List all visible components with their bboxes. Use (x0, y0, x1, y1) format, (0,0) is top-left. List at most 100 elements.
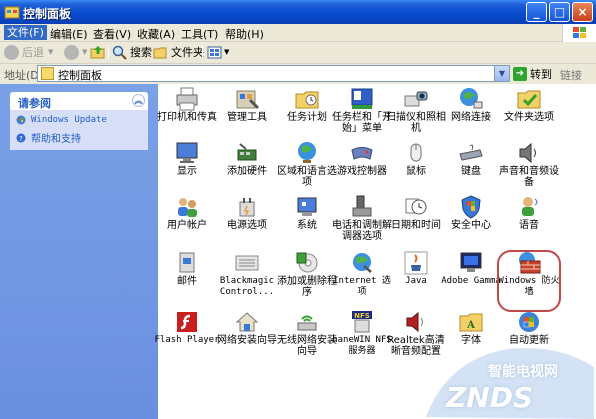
toolbar: 后退 ▼ ▼ 搜索 文件夹 ▼ (0, 42, 596, 62)
back-button[interactable]: 后退 ▼ (4, 44, 53, 60)
admin-tools-icon (236, 90, 260, 110)
sidebar: 请参阅 ︽ Windows Update ? 帮助和支持 (0, 84, 158, 419)
keyboard-icon (459, 144, 483, 161)
search-button[interactable]: 搜索 (112, 44, 152, 60)
mail-icon (179, 252, 195, 273)
forward-arrow-icon (64, 44, 79, 60)
go-label: 转到 (530, 68, 552, 81)
item-mail[interactable]: 邮件 (158, 250, 216, 294)
menu-favorites[interactable]: 收藏(A) (137, 26, 175, 42)
item-user-accounts[interactable]: 用户帐户 (158, 194, 216, 234)
adobe-gamma-icon (460, 252, 482, 272)
item-scheduled-tasks[interactable]: 任务计划 (278, 86, 336, 126)
title-bar: 控制面板 _ □ × (0, 0, 596, 24)
znds-watermark: 智能电视网 ZNDS (418, 339, 596, 419)
forward-button[interactable]: ▼ (64, 44, 87, 60)
toolbar-separator (108, 45, 109, 59)
item-label: 语音 (519, 220, 539, 231)
system-icon (297, 197, 317, 216)
sidebar-link-windows-update[interactable]: Windows Update (16, 115, 107, 125)
item-label: 显示 (177, 166, 197, 177)
item-wireless[interactable]: 无线网络安装向导 (277, 309, 337, 357)
item-scanners[interactable]: 扫描仪和照相机 (386, 86, 446, 134)
go-button[interactable]: ➜ 转到 (513, 66, 552, 82)
close-button[interactable]: × (572, 2, 593, 22)
item-adobe-gamma[interactable]: Adobe Gamma (441, 250, 501, 294)
item-add-remove[interactable]: 添加或删除程序 (277, 250, 337, 298)
item-folder-options[interactable]: 文件夹选项 (500, 86, 558, 126)
item-java[interactable]: Java (387, 250, 445, 294)
item-printers[interactable]: 打印机和传真 (157, 86, 217, 126)
item-network[interactable]: 网络连接 (442, 86, 500, 126)
folders-button[interactable]: 文件夹 (153, 44, 204, 60)
scheduled-tasks-icon (295, 91, 319, 109)
item-sound[interactable]: 声音和音频设备 (499, 140, 559, 188)
views-button[interactable]: ▼ (207, 44, 229, 60)
search-icon (112, 45, 127, 60)
realtek-icon (406, 311, 423, 333)
collapse-chevron-icon[interactable]: ︽ (132, 94, 145, 107)
item-keyboard[interactable]: 键盘 (442, 140, 500, 180)
sidebar-link-label: Windows Update (31, 115, 107, 125)
control-panel-icon (4, 6, 20, 19)
menu-help[interactable]: 帮助(H) (225, 26, 264, 42)
maximize-button[interactable]: □ (549, 2, 570, 22)
power-icon (239, 198, 255, 217)
item-speech[interactable]: 语音 (500, 194, 558, 234)
item-display[interactable]: 显示 (158, 140, 216, 180)
minimize-button[interactable]: _ (526, 2, 547, 22)
item-label: 管理工具 (227, 112, 267, 123)
item-blackmagic[interactable]: Blackmagic Control... (218, 250, 276, 297)
item-label: 网络安装向导 (217, 335, 277, 346)
add-remove-icon (296, 252, 318, 273)
item-add-hardware[interactable]: 添加硬件 (218, 140, 276, 180)
wireless-icon (297, 315, 317, 331)
item-label: Flash Player (154, 335, 220, 345)
printer-icon (176, 87, 198, 111)
item-power[interactable]: 电源选项 (218, 194, 276, 234)
menu-file[interactable]: 文件(F) (4, 25, 47, 40)
links-button[interactable]: 链接 (560, 67, 582, 83)
item-mouse[interactable]: 鼠标 (387, 140, 445, 180)
item-region[interactable]: 区域和语言选项 (277, 140, 337, 188)
speech-icon (522, 197, 538, 216)
address-input[interactable]: 控制面板 ▼ (37, 65, 510, 82)
item-label: 安全中心 (451, 220, 491, 231)
back-arrow-icon (4, 44, 19, 60)
item-admin-tools[interactable]: 管理工具 (218, 86, 276, 126)
svg-text:A: A (466, 320, 475, 331)
game-controller-icon (351, 147, 373, 160)
item-label: 电源选项 (227, 220, 267, 231)
item-date-time[interactable]: 日期和时间 (387, 194, 445, 234)
mouse-icon (410, 143, 422, 162)
menu-edit[interactable]: 编辑(E) (50, 26, 88, 42)
see-also-panel-header[interactable]: 请参阅 ︽ (10, 92, 148, 110)
item-network-setup[interactable]: 网络安装向导 (217, 309, 277, 349)
item-system[interactable]: 系统 (278, 194, 336, 234)
search-label: 搜索 (130, 46, 152, 59)
network-setup-icon (235, 312, 259, 332)
menu-tools[interactable]: 工具(T) (181, 26, 218, 42)
item-label: Adobe Gamma (441, 276, 501, 286)
menu-view[interactable]: 查看(V) (93, 26, 131, 42)
address-dropdown-button[interactable]: ▼ (494, 66, 509, 81)
globe-icon (298, 142, 316, 163)
see-also-title: 请参阅 (18, 97, 51, 110)
blackmagic-icon (235, 255, 259, 271)
display-icon (176, 142, 198, 163)
chevron-down-icon: ▼ (224, 48, 230, 56)
item-security-center[interactable]: 安全中心 (442, 194, 500, 234)
item-flash[interactable]: Flash Player (154, 309, 220, 349)
sidebar-link-help[interactable]: ? 帮助和支持 (16, 130, 81, 145)
up-folder-icon (90, 46, 105, 59)
user-accounts-icon (178, 198, 197, 217)
item-internet-options[interactable]: Internet 选项 (333, 250, 391, 297)
windows-update-icon (16, 115, 26, 125)
clock-icon (405, 198, 427, 215)
chevron-down-icon: ▼ (48, 48, 54, 56)
item-label: 网络连接 (451, 112, 491, 123)
windows-logo-icon (562, 24, 596, 42)
item-label: 邮件 (177, 276, 197, 287)
item-label: 打印机和传真 (157, 112, 217, 123)
up-folder-button[interactable] (90, 44, 106, 60)
